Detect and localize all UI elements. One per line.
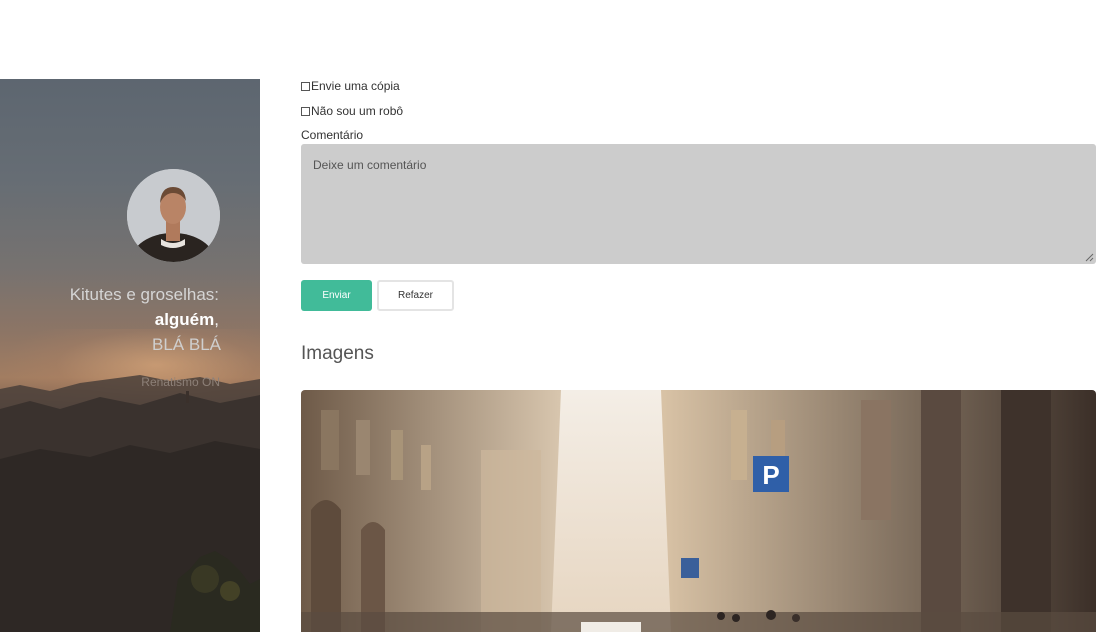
comment-label: Comentário [301, 128, 364, 142]
comment-placeholder: Deixe um comentário [313, 158, 427, 172]
send-copy-label: Envie uma cópia [311, 79, 400, 93]
reset-button[interactable]: Refazer [377, 280, 454, 311]
sidebar: Kitutes e groselhas: alguém, BLÁ BLÁ Ren… [0, 79, 260, 632]
main-content: Envie uma cópia Não sou um robô Comentár… [301, 0, 1096, 632]
sidebar-tagline: Kitutes e groselhas: [69, 285, 219, 304]
page: Kitutes e groselhas: alguém, BLÁ BLÁ Ren… [0, 0, 1104, 632]
street-photo: P [301, 390, 1096, 632]
avatar [127, 169, 220, 262]
send-copy-checkbox[interactable] [301, 81, 310, 91]
not-robot-checkbox[interactable] [301, 106, 310, 116]
svg-text:P: P [762, 460, 779, 490]
resize-grip-icon[interactable] [1085, 253, 1094, 262]
sidebar-name: alguém, [155, 310, 219, 330]
sidebar-name-bold: alguém [154, 310, 215, 329]
send-button[interactable]: Enviar [301, 280, 372, 311]
not-robot-label: Não sou um robô [311, 104, 404, 118]
sidebar-footer-text: Renatismo ON [141, 375, 220, 389]
comment-textarea[interactable]: Deixe um comentário [301, 144, 1096, 264]
sidebar-extra-text: BLÁ BLÁ [152, 335, 221, 354]
sidebar-name-suffix: , [214, 310, 219, 329]
not-robot-checkbox-row[interactable]: Não sou um robô [301, 104, 403, 118]
send-copy-checkbox-row[interactable]: Envie uma cópia [301, 79, 400, 93]
images-section-title: Imagens [301, 343, 374, 364]
sidebar-background-landscape [0, 375, 260, 632]
